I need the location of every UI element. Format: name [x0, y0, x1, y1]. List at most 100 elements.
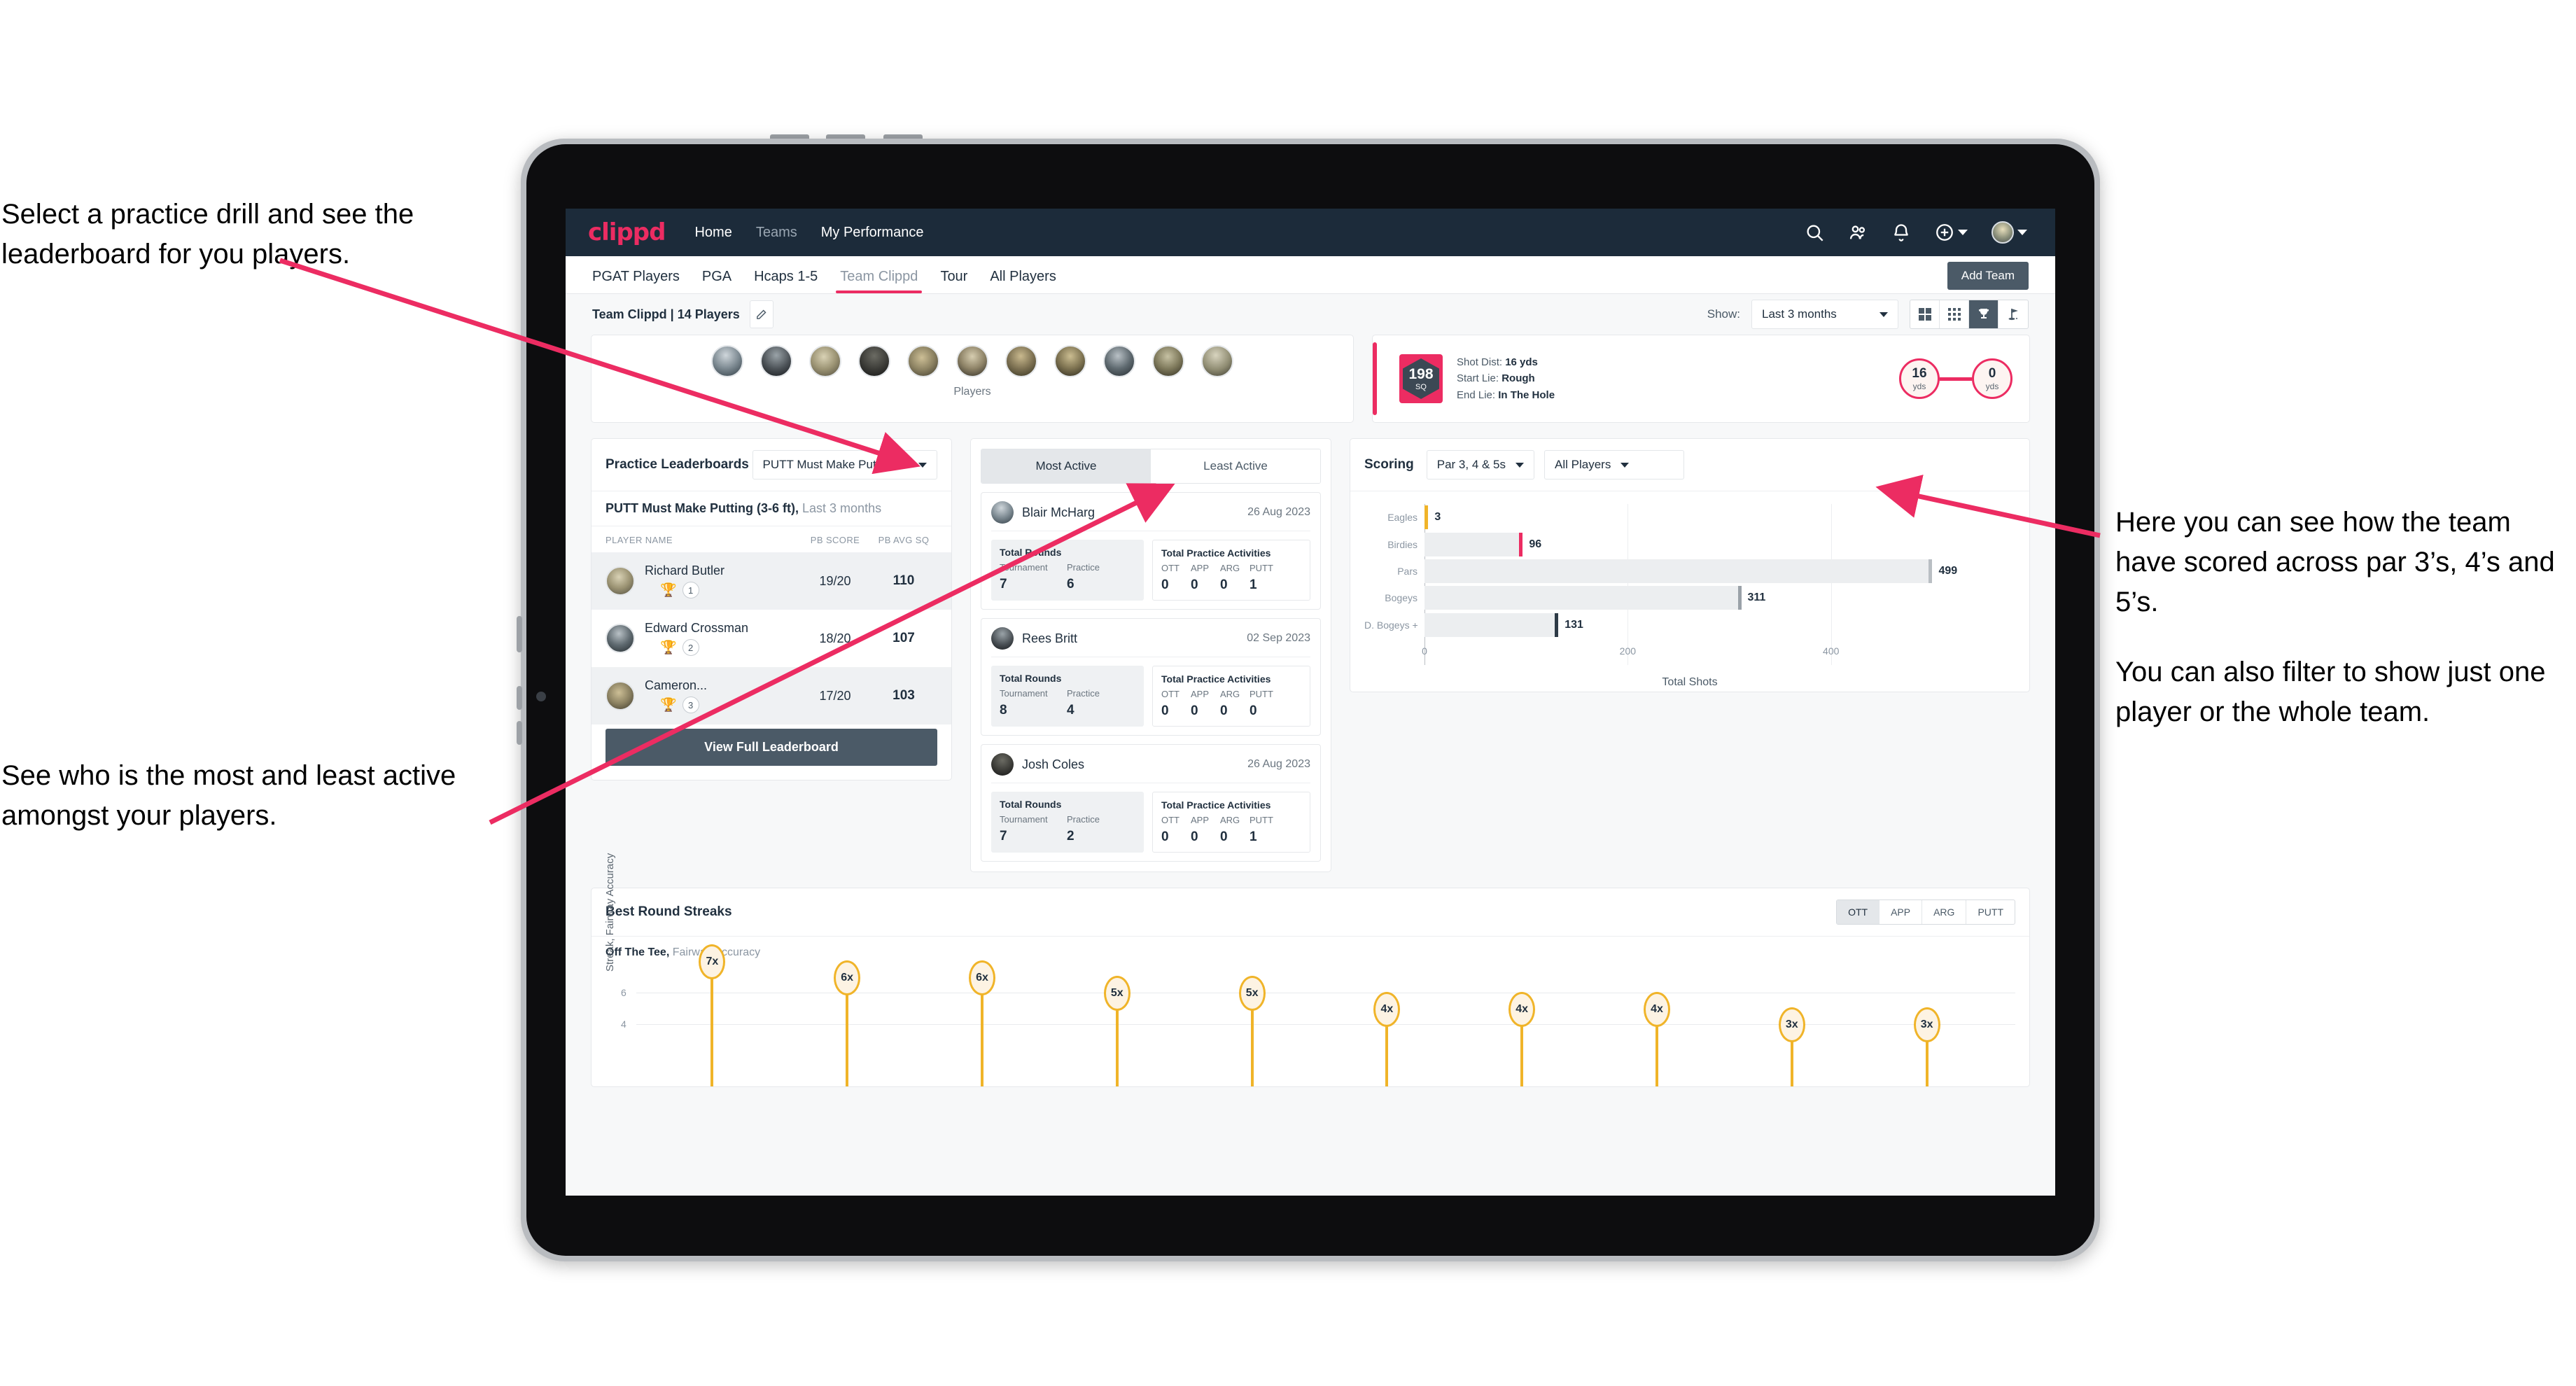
scoring-chart-body: 0 200 400 Eagles 3 Birdies 96 Pars 499 Bogeys 311 D… [1350, 491, 2029, 692]
avatar[interactable] [760, 345, 792, 377]
avatar[interactable] [907, 345, 939, 377]
lollipop-bubble[interactable]: 3x [1913, 1007, 1940, 1042]
nav-link-home[interactable]: Home [694, 225, 732, 241]
player-name: Rees Britt [1022, 631, 1078, 645]
segment-app[interactable]: APP [1879, 900, 1923, 924]
grid-small-icon[interactable] [1940, 300, 1969, 328]
add-team-button[interactable]: Add Team [1947, 262, 2029, 290]
avatar[interactable] [1201, 345, 1233, 377]
bell-icon[interactable] [1891, 223, 1911, 242]
practice-keys: OTT APP ARG PUTT [1161, 563, 1301, 573]
avatar[interactable] [858, 345, 890, 377]
scoring-bar-chart: 0 200 400 Eagles 3 Birdies 96 Pars 499 Bogeys 311 D… [1364, 504, 2015, 665]
chevron-down-icon [1620, 462, 1630, 468]
nav-link-teams[interactable]: Teams [756, 225, 797, 241]
show-label: Show: [1707, 307, 1740, 321]
tab-hcaps-1-5[interactable]: Hcaps 1-5 [743, 269, 829, 293]
flag-icon[interactable] [1998, 300, 2028, 328]
pencil-icon[interactable] [749, 300, 774, 328]
tab-most-active[interactable]: Most Active [981, 449, 1151, 483]
dashboard-row-3: Best Round Streaks OTT APP ARG PUTT Off … [591, 853, 2030, 1087]
avatar[interactable] [1005, 345, 1037, 377]
clippd-logo[interactable]: clippd [588, 218, 666, 246]
list-item[interactable]: Rees Britt 02 Sep 2023 Total Rounds Tour… [981, 618, 1321, 736]
bar-row: Bogeys 311 [1364, 586, 2015, 610]
tab-tour[interactable]: Tour [929, 269, 979, 293]
annotation-top-left-text: Select a practice drill and see the lead… [1, 199, 414, 270]
par-select[interactable]: Par 3, 4 & 5s [1426, 450, 1535, 479]
avatar[interactable] [1103, 345, 1135, 377]
lollipop-bubble[interactable]: 6x [969, 960, 995, 995]
lollipop-bubble[interactable]: 6x [834, 960, 861, 995]
nav-link-my-performance[interactable]: My Performance [821, 225, 924, 241]
table-row[interactable]: Cameron... 🏆 3 17/20 103 [592, 667, 951, 724]
view-full-leaderboard-button[interactable]: View Full Leaderboard [606, 729, 937, 766]
date-range-select[interactable]: Last 3 months [1751, 300, 1898, 329]
trophy-icon[interactable] [1969, 300, 1998, 328]
lollipop-bubble[interactable]: 5x [1103, 976, 1130, 1011]
total-practice-title: Total Practice Activities [1161, 799, 1271, 811]
dashboard-row-2: Practice Leaderboards PUTT Must Make Put… [591, 438, 2030, 872]
shot-distance-graphic: 16 yds 0 yds [1899, 358, 2012, 399]
view-toggle-group [1910, 300, 2029, 329]
chevron-down-icon [2017, 230, 2027, 235]
add-menu[interactable] [1935, 223, 1968, 242]
segment-ott[interactable]: OTT [1837, 900, 1880, 924]
lollipop-bubble[interactable]: 7x [699, 944, 726, 980]
table-row[interactable]: Edward Crossman 🏆 2 18/20 107 [592, 610, 951, 667]
bar-cap [1555, 612, 1559, 637]
lollipop-bubble[interactable]: 4x [1508, 991, 1536, 1027]
list-item[interactable]: Blair McHarg 26 Aug 2023 Total Rounds To… [981, 492, 1321, 610]
lollipop-bubble[interactable]: 3x [1778, 1007, 1805, 1042]
total-rounds-keys: Tournament Practice [1000, 688, 1135, 699]
app-screen: clippd Home Teams My Performance PGAT Pl… [566, 209, 2055, 1196]
bar-cap [1424, 505, 1429, 530]
tab-least-active[interactable]: Least Active [1151, 449, 1320, 483]
gridline [636, 1023, 2015, 1025]
lollipop-bubble[interactable]: 5x [1238, 976, 1266, 1011]
segment-arg[interactable]: ARG [1922, 900, 1967, 924]
avatar[interactable] [1152, 345, 1184, 377]
annotation-bottom-left-text: See who is the most and least active amo… [1, 760, 456, 831]
player-filter-select[interactable]: All Players [1544, 450, 1685, 479]
list-item[interactable]: Josh Coles 26 Aug 2023 Total Rounds Tour… [981, 744, 1321, 862]
total-rounds-values: 7 6 [1000, 577, 1135, 592]
plus-circle-icon[interactable] [1935, 223, 1954, 242]
lollipop-bubble[interactable]: 4x [1373, 991, 1401, 1027]
people-icon[interactable] [1848, 223, 1868, 242]
total-rounds-box: Total Rounds Tournament Practice 7 2 [991, 792, 1144, 853]
tab-all-players[interactable]: All Players [979, 269, 1067, 293]
players-axis-label: Players [953, 386, 991, 398]
tab-pgat-players[interactable]: PGAT Players [592, 269, 691, 293]
avatar[interactable] [711, 345, 743, 377]
lollipop-bubble[interactable]: 4x [1644, 991, 1670, 1027]
players-avatar-row [592, 345, 1353, 377]
table-row[interactable]: Richard Butler 🏆 1 19/20 110 [592, 552, 951, 610]
search-icon[interactable] [1805, 223, 1824, 242]
total-rounds-box: Total Rounds Tournament Practice 8 4 [991, 666, 1144, 727]
avatar[interactable] [1054, 345, 1086, 377]
avatar[interactable] [1991, 221, 2014, 244]
shot-detail-card: 198 SQ Shot Dist: 16 yds Start Lie: Roug… [1372, 335, 2030, 423]
team-tabbar: PGAT Players PGA Hcaps 1-5 Team Clippd T… [566, 256, 2055, 294]
lollipop-stem [1520, 1023, 1524, 1086]
annotation-top-left: Select a practice drill and see the lead… [1, 195, 533, 274]
value-putt: 0 [1250, 704, 1257, 718]
profile-menu[interactable] [1991, 221, 2027, 244]
activity-list: Blair McHarg 26 Aug 2023 Total Rounds To… [971, 484, 1331, 872]
drill-select[interactable]: PUTT Must Make Putting ... [752, 450, 937, 479]
grid-large-icon[interactable] [1910, 300, 1940, 328]
column-player-name: PLAYER NAME [606, 535, 673, 545]
leaderboard-title: Practice Leaderboards [606, 457, 749, 472]
avatar[interactable] [956, 345, 988, 377]
scoring-card: Scoring Par 3, 4 & 5s All Players 0 200 40… [1350, 438, 2030, 692]
bar-category-label: D. Bogeys + [1364, 619, 1418, 631]
pb-avg-sq: 107 [892, 631, 915, 645]
segment-putt[interactable]: PUTT [1966, 900, 2015, 924]
total-rounds-values: 7 2 [1000, 829, 1135, 844]
tab-pga[interactable]: PGA [691, 269, 743, 293]
avatar[interactable] [809, 345, 841, 377]
key-ott: OTT [1161, 815, 1180, 825]
tab-team-clippd[interactable]: Team Clippd [829, 269, 929, 293]
start-lie-value: Rough [1502, 372, 1535, 385]
